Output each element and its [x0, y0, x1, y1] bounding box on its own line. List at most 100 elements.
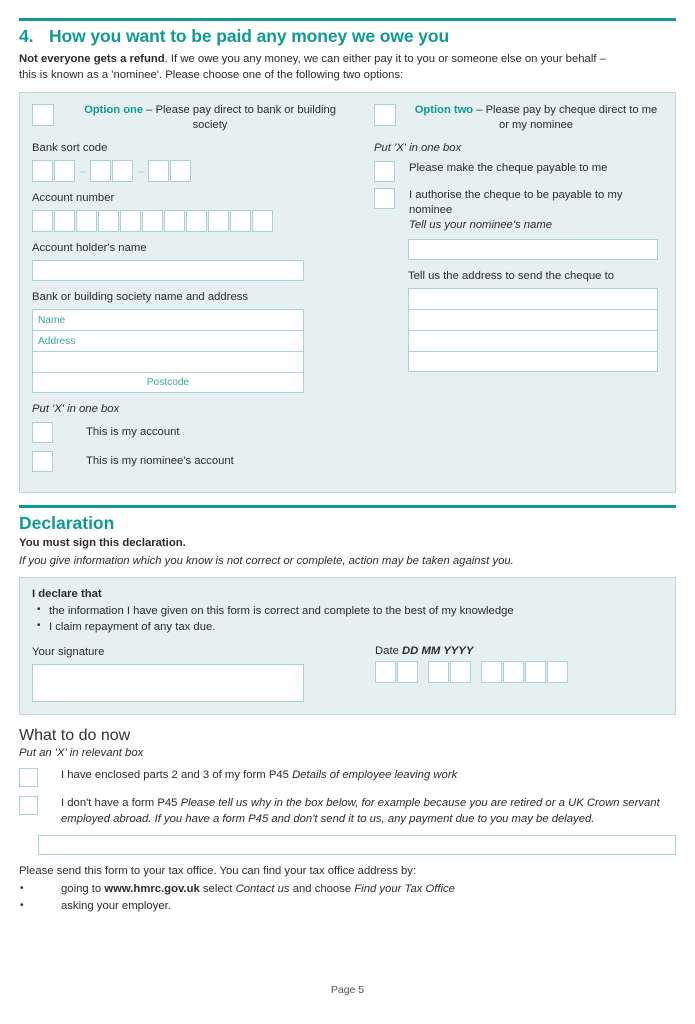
bank-sort-code-label: Bank sort code: [32, 142, 108, 154]
cheque-address-row-1[interactable]: [408, 288, 658, 309]
nominee-name-input[interactable]: [408, 239, 658, 260]
what-to-do-heading: What to do now: [19, 727, 131, 744]
cheque-address-row-4[interactable]: [408, 351, 658, 372]
option-two-put-x-label: Put 'X' in one box: [374, 142, 462, 154]
bank-address-label: Bank or building society name and addres…: [32, 291, 249, 303]
nominee-name-hint: Tell us your nominee's name: [409, 219, 553, 231]
find-tax-office-em: Find your Tax Office: [354, 883, 455, 895]
cheque-payable-nominee-row: I authorise the cheque to be payable to …: [374, 188, 662, 233]
account-number-box-9[interactable]: [208, 210, 229, 232]
my-account-label: This is my account: [86, 426, 180, 438]
send-bullet-mid2: and choose: [289, 883, 355, 895]
contact-us-em: Contact us: [235, 883, 290, 895]
cheque-payable-nominee-checkbox[interactable]: [374, 188, 395, 209]
no-p45-label: I don't have a form P45 Please tell us w…: [38, 795, 676, 827]
account-number-box-7[interactable]: [164, 210, 185, 232]
cheque-address-label: Tell us the address to send the cheque t…: [408, 270, 614, 282]
account-number-box-5[interactable]: [120, 210, 141, 232]
sort-code-box-5[interactable]: [148, 160, 169, 182]
send-bullet-employer: asking your employer.: [19, 897, 676, 915]
enclosed-p45-checkbox[interactable]: [19, 768, 38, 787]
enclosed-p45-label: I have enclosed parts 2 and 3 of my form…: [38, 767, 676, 783]
cheque-address-row-3[interactable]: [408, 330, 658, 351]
bank-address-row-address[interactable]: Address: [32, 330, 304, 351]
date-month-box-2[interactable]: [450, 661, 471, 683]
intro-bold-text: Not everyone gets a refund: [19, 53, 165, 65]
date-boxes[interactable]: [375, 661, 663, 683]
date-month-box-1[interactable]: [428, 661, 449, 683]
account-number-box-1[interactable]: [32, 210, 53, 232]
sort-code-box-6[interactable]: [170, 160, 191, 182]
account-number-box-10[interactable]: [230, 210, 251, 232]
send-bullet-pre: going to: [61, 883, 105, 895]
sort-code-box-1[interactable]: [32, 160, 53, 182]
cheque-payable-me-checkbox[interactable]: [374, 161, 395, 182]
sort-code-box-4[interactable]: [112, 160, 133, 182]
form-page: 4. How you want to be paid any money we …: [0, 0, 695, 1024]
date-day-box-1[interactable]: [375, 661, 396, 683]
account-holder-name-input[interactable]: [32, 260, 304, 281]
send-form-intro: Please send this form to your tax office…: [19, 865, 417, 877]
enclosed-p45-text: I have enclosed parts 2 and 3 of my form…: [61, 769, 293, 781]
declare-that-title: I declare that: [32, 588, 102, 600]
cheque-payable-me-label: Please make the cheque payable to me: [409, 162, 608, 174]
account-number-box-3[interactable]: [76, 210, 97, 232]
date-day-box-2[interactable]: [397, 661, 418, 683]
date-year-box-1[interactable]: [481, 661, 502, 683]
bank-address-row-postcode[interactable]: Postcode: [32, 372, 304, 393]
option-two-name: Option two: [414, 104, 474, 116]
send-bullet-mid: select: [199, 883, 236, 895]
what-to-do-put-x-label: Put an 'X' in relevant box: [19, 747, 144, 759]
bank-sort-code-boxes[interactable]: – –: [32, 160, 352, 182]
option-one-column: Option one – Please pay direct to bank o…: [32, 103, 362, 480]
signature-input[interactable]: [32, 664, 304, 702]
account-number-box-11[interactable]: [252, 210, 273, 232]
option-two-checkbox[interactable]: [374, 104, 396, 126]
date-year-box-4[interactable]: [547, 661, 568, 683]
option-two-desc: – Please pay by cheque direct to me or m…: [476, 104, 658, 131]
sort-code-dash-1: –: [79, 164, 87, 178]
account-number-boxes[interactable]: [32, 210, 352, 232]
no-p45-reason-input[interactable]: [38, 835, 676, 855]
sort-code-box-3[interactable]: [90, 160, 111, 182]
declaration-rule: [19, 505, 676, 508]
send-form-bullets: going to www.hmrc.gov.uk select Contact …: [19, 880, 676, 915]
option-one-desc: – Please pay direct to bank or building …: [146, 104, 336, 131]
no-p45-text: I don't have a form P45: [61, 797, 181, 809]
account-holder-name-label: Account holder's name: [32, 242, 147, 254]
option-one-checkbox[interactable]: [32, 104, 54, 126]
nominee-account-row: This is my nominee's account: [32, 451, 352, 472]
bank-address-row-blank[interactable]: [32, 351, 304, 372]
hmrc-url: www.hmrc.gov.uk: [104, 883, 200, 895]
enclosed-p45-row: I have enclosed parts 2 and 3 of my form…: [19, 767, 676, 787]
no-p45-checkbox[interactable]: [19, 796, 38, 815]
cheque-payable-nominee-label: I authorise the cheque to be payable to …: [395, 188, 662, 233]
option-one-put-x-label: Put 'X' in one box: [32, 403, 120, 415]
sort-code-dash-2: –: [137, 164, 145, 178]
date-year-box-2[interactable]: [503, 661, 524, 683]
account-number-box-6[interactable]: [142, 210, 163, 232]
section-4-heading: 4. How you want to be paid any money we …: [19, 26, 676, 47]
signature-date-row: Your signature Date DD MM YYYY: [32, 645, 663, 702]
nominee-account-checkbox[interactable]: [32, 451, 53, 472]
enclosed-p45-italic: Details of employee leaving work: [292, 769, 458, 781]
sort-code-box-2[interactable]: [54, 160, 75, 182]
date-label-wrap: Date DD MM YYYY: [375, 645, 663, 657]
bank-address-row-name[interactable]: Name: [32, 309, 304, 330]
account-number-box-8[interactable]: [186, 210, 207, 232]
account-number-box-2[interactable]: [54, 210, 75, 232]
date-format-hint: DD MM YYYY: [402, 645, 474, 657]
declaration-bullet-list: the information I have given on this for…: [32, 602, 663, 635]
section-4-title: How you want to be paid any money we owe…: [49, 26, 450, 46]
send-bullet-website: going to www.hmrc.gov.uk select Contact …: [19, 880, 676, 898]
option-one-name: Option one: [84, 104, 144, 116]
my-account-checkbox[interactable]: [32, 422, 53, 443]
account-number-box-4[interactable]: [98, 210, 119, 232]
account-number-label: Account number: [32, 192, 115, 204]
payment-options-panel: Option one – Please pay direct to bank o…: [19, 92, 676, 493]
date-year-box-3[interactable]: [525, 661, 546, 683]
date-column: Date DD MM YYYY: [362, 645, 663, 702]
cheque-payable-me-row: Please make the cheque payable to me: [374, 161, 662, 182]
cheque-address-row-2[interactable]: [408, 309, 658, 330]
declaration-bullet-1: the information I have given on this for…: [37, 602, 663, 619]
